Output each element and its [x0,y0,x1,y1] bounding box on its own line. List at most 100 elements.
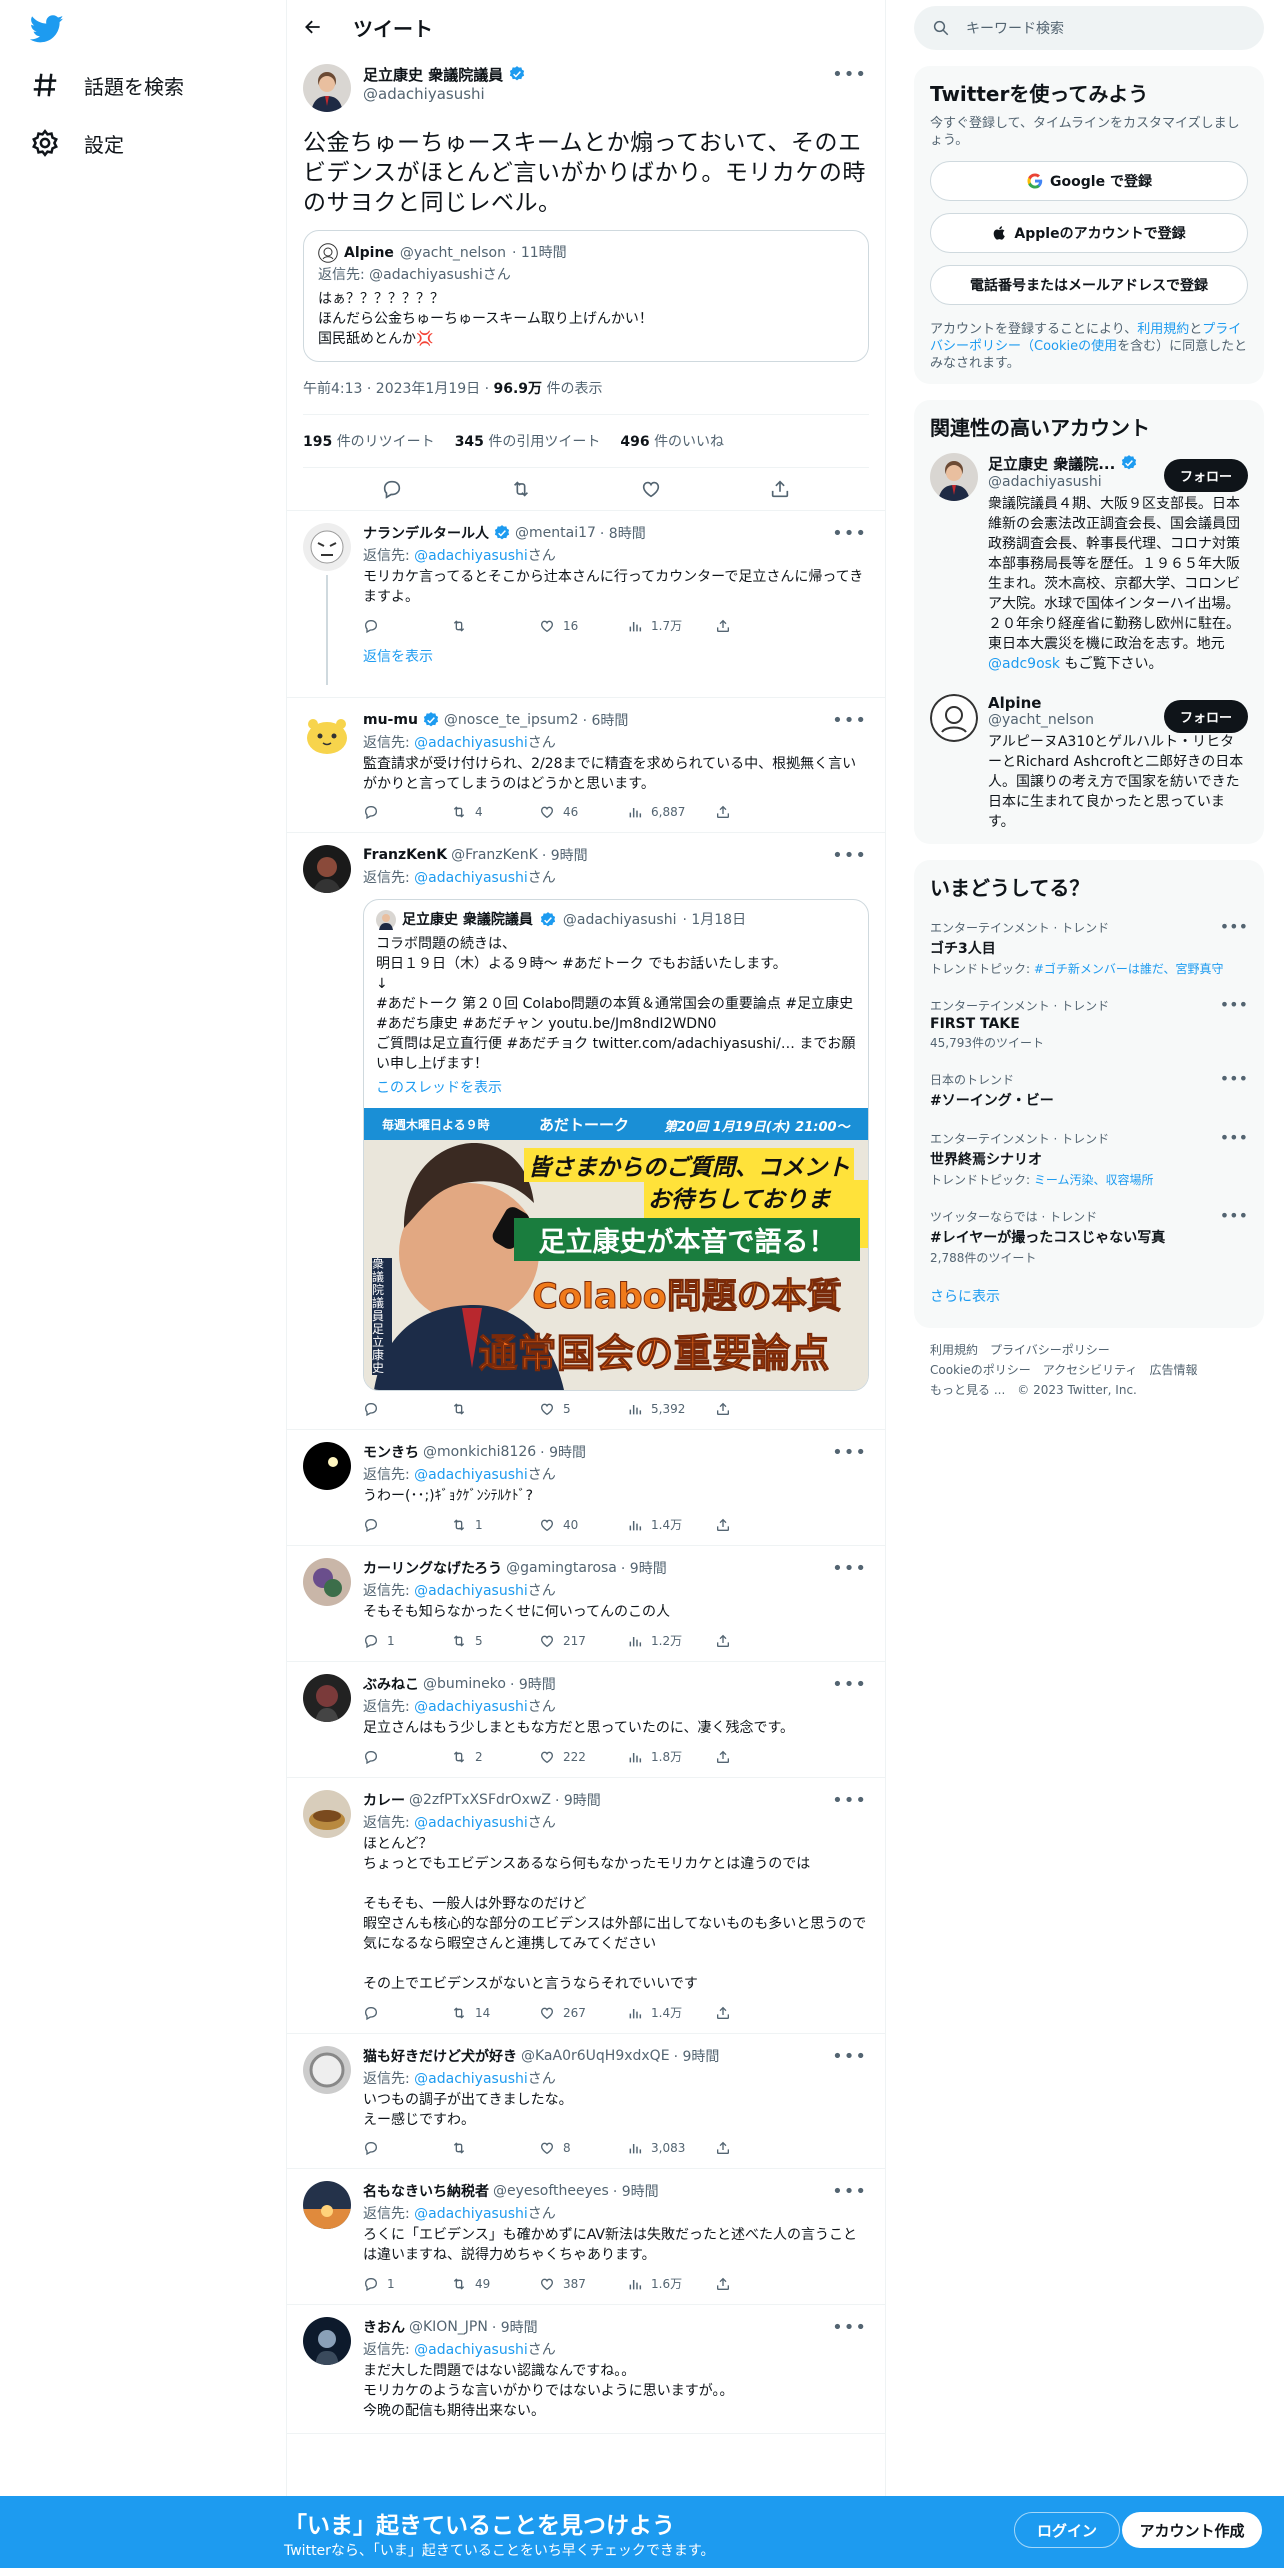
avatar[interactable] [303,710,351,758]
reply-author-name[interactable]: モンきち [363,1442,419,1462]
more-options-icon[interactable]: ••• [832,1558,867,1579]
show-replies-link[interactable]: 返信を表示 [363,646,869,666]
reply-time[interactable]: · 9時間 [492,2317,538,2337]
reply-to-link[interactable]: @adachiyasushi [414,2206,528,2222]
views-button[interactable]: 1.7万 [627,617,715,634]
views-button[interactable]: 1.6万 [627,2275,715,2292]
reply-button[interactable] [363,2140,451,2156]
retweet-button[interactable]: 4 [451,804,539,820]
reply-author-handle[interactable]: @KaA0r6UqH9xdxQE [521,2048,670,2064]
reply-to-link[interactable]: @adachiyasushi [414,870,528,886]
author-name[interactable]: 足立康史 衆議院議員 [363,64,526,85]
more-options-icon[interactable]: ••• [832,1790,867,1811]
terms-link[interactable]: 利用規約 [1137,322,1189,337]
more-options-icon[interactable]: ••• [832,64,867,85]
more-options-icon[interactable]: ••• [832,2046,867,2067]
footer-more[interactable]: もっと見る ... [930,1383,1005,1397]
trend-item[interactable]: エンターテインメント · トレンド FIRST TAKE 45,793件のツイート •… [930,987,1248,1061]
account-name[interactable]: Alpine [988,694,1041,712]
reply-button[interactable] [363,1401,451,1417]
retweet-stat[interactable]: 195 件のリツイート [303,431,435,451]
search-box[interactable]: キーワード検索 [914,6,1264,50]
reply-tweet[interactable]: mu-mu @nosce_te_ipsum2 · 6時間 返信先: @adachiy… [287,698,885,833]
follow-button[interactable]: フォロー [1163,700,1248,733]
like-button[interactable]: 387 [539,2275,627,2292]
footer-ads[interactable]: 広告情報 [1149,1363,1197,1377]
twitter-logo-icon[interactable] [30,12,70,52]
reply-tweet[interactable]: ぶみねこ @bumineko · 9時間 返信先: @adachiyasushiさん… [287,1662,885,1778]
retweet-button[interactable] [451,2140,539,2156]
avatar[interactable] [303,1558,351,1606]
follow-button[interactable]: フォロー [1163,459,1248,492]
nav-settings[interactable]: 設定 [30,128,124,158]
more-options-icon[interactable]: ••• [1220,1128,1248,1147]
account-name[interactable]: 足立康史 衆議院... [988,455,1115,473]
avatar[interactable] [303,523,351,571]
views-button[interactable]: 5,392 [627,1401,715,1417]
reply-tweet[interactable]: カレー @2zfPTxXSFdrOxwZ · 9時間 返信先: @adachiyas… [287,1778,885,2034]
more-options-icon[interactable]: ••• [1220,995,1248,1014]
trend-item[interactable]: ツイッターならでは · トレンド #レイヤーが撮ったコスじゃない写真 2,788件の… [930,1198,1248,1276]
like-button[interactable]: 217 [539,1632,627,1649]
share-button[interactable] [715,2004,803,2021]
video-thumbnail[interactable]: 毎週木曜日よる９時 あだトーーク 第20回 1月19日(木) 21:00〜 皆さ… [364,1108,868,1390]
views-button[interactable]: 1.4万 [627,2004,715,2021]
share-button[interactable] [715,804,803,820]
reply-author-name[interactable]: きおん [363,2317,405,2337]
trend-item[interactable]: エンターテインメント · トレンド 世界終焉シナリオ トレンドトピック: ミーム汚染… [930,1120,1248,1198]
reply-button[interactable] [363,1516,451,1533]
trend-item[interactable]: 日本のトレンド #ソーイング・ビー ••• [930,1061,1248,1120]
account-card[interactable]: Alpine @yacht_nelson アルピーヌA310とゲルハルト・リヒタ… [930,694,1248,832]
reply-tweet[interactable]: モンきち @monkichi8126 · 9時間 返信先: @adachiyasus… [287,1430,885,1546]
reply-author-handle[interactable]: @nosce_te_ipsum2 [444,712,579,728]
more-options-icon[interactable]: ••• [832,1442,867,1463]
footer-accessibility[interactable]: アクセシビリティ [1043,1363,1138,1377]
like-button[interactable]: 16 [539,617,627,634]
like-stat[interactable]: 496 件のいいね [620,431,724,451]
footer-cookie[interactable]: Cookieのポリシー [930,1363,1031,1377]
quoted-tweet[interactable]: Alpine @yacht_nelson · 11時間 返信先: @adachi… [303,230,869,362]
more-options-icon[interactable]: ••• [832,1674,867,1695]
like-icon[interactable] [640,478,662,500]
reply-author-handle[interactable]: @bumineko [423,1676,506,1692]
reply-time[interactable]: · 9時間 [674,2046,720,2066]
more-options-icon[interactable]: ••• [832,2317,867,2338]
footer-privacy[interactable]: プライバシーポリシー [990,1343,1110,1357]
avatar[interactable] [303,1442,351,1490]
like-button[interactable]: 267 [539,2004,627,2021]
reply-to-link[interactable]: @adachiyasushi [414,735,528,751]
avatar[interactable] [303,2046,351,2094]
views-button[interactable]: 1.4万 [627,1516,715,1533]
more-options-icon[interactable]: ••• [832,845,867,866]
share-button[interactable] [715,2140,803,2156]
share-icon[interactable] [769,478,791,500]
reply-tweet[interactable]: FranzKenK @FranzKenK · 9時間 返信先: @adachiyas… [287,833,885,1430]
reply-author-name[interactable]: カレー [363,1790,405,1810]
reply-author-name[interactable]: 猫も好きだけど犬が好き [363,2046,517,2066]
avatar[interactable] [930,694,978,742]
show-thread-link[interactable]: このスレッドを表示 [376,1078,856,1098]
reply-time[interactable]: · 9時間 [555,1790,601,1810]
reply-author-name[interactable]: 名もなきいち納税者 [363,2181,489,2201]
retweet-button[interactable]: 2 [451,1748,539,1765]
reply-author-handle[interactable]: @KION_JPN [409,2319,488,2335]
account-card[interactable]: 足立康史 衆議院... @adachiyasushi 衆議院議員４期、大阪９区支… [930,453,1248,674]
embedded-quote[interactable]: 足立康史 衆議院議員 @adachiyasushi · 1月18日 コラボ問題の… [363,899,869,1391]
avatar[interactable] [930,453,978,501]
reply-time[interactable]: · 6時間 [583,710,629,730]
quote-stat[interactable]: 345 件の引用ツイート [455,431,601,451]
reply-button[interactable] [363,2004,451,2021]
reply-time[interactable]: · 9時間 [621,1558,667,1578]
reply-to-link[interactable]: @adachiyasushi [414,2342,528,2358]
reply-button[interactable] [363,1748,451,1765]
footer-terms[interactable]: 利用規約 [930,1343,978,1357]
google-signup-button[interactable]: Google で登録 [930,161,1248,201]
views-button[interactable]: 3,083 [627,2140,715,2156]
reply-to-link[interactable]: @adachiyasushi [414,1583,528,1599]
reply-tweet[interactable]: きおん @KION_JPN · 9時間 返信先: @adachiyasushiさん … [287,2305,885,2434]
reply-button[interactable]: 1 [363,2275,451,2292]
reply-time[interactable]: · 9時間 [540,1442,586,1462]
reply-author-name[interactable]: mu-mu [363,712,418,728]
apple-signup-button[interactable]: Appleのアカウントで登録 [930,213,1248,253]
like-button[interactable]: 222 [539,1748,627,1765]
